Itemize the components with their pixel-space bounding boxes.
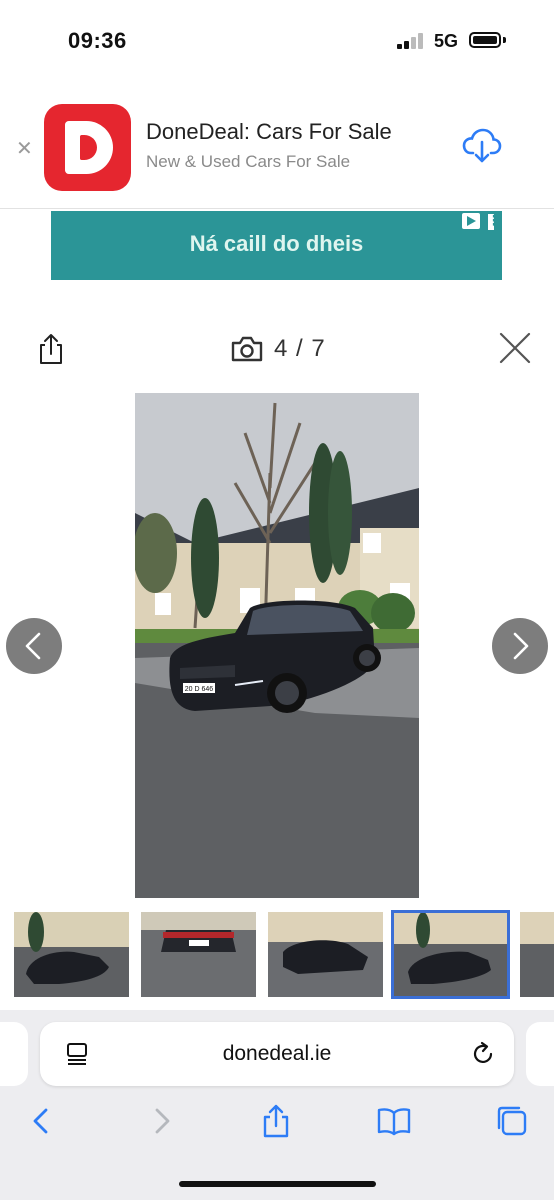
tabs-icon[interactable] (494, 1103, 530, 1139)
back-icon[interactable] (24, 1103, 60, 1139)
ad-more-icon[interactable] (487, 212, 501, 230)
photo-counter: 4 / 7 (230, 334, 326, 364)
next-tab-card[interactable] (526, 1022, 554, 1086)
chevron-left-icon (25, 632, 41, 660)
ad-banner[interactable]: Ná caill do dheis (51, 211, 502, 280)
address-bar[interactable]: donedeal.ie (40, 1022, 514, 1086)
network-type: 5G (434, 31, 459, 51)
reload-icon[interactable] (470, 1041, 496, 1067)
battery-cap (503, 37, 506, 43)
share-toolbar-icon[interactable] (258, 1103, 294, 1139)
photo-counter-text: 4 / 7 (274, 335, 326, 362)
status-time: 09:36 (68, 28, 127, 53)
thumbnail-4[interactable] (391, 910, 510, 999)
next-photo-button[interactable] (492, 618, 548, 674)
download-icon[interactable] (462, 128, 502, 164)
app-title: DoneDeal: Cars For Sale (146, 119, 392, 144)
license-plate: 20 D 646 (185, 686, 214, 693)
close-icon[interactable]: ✕ (16, 136, 33, 161)
thumbnail-3[interactable] (268, 912, 383, 997)
thumbnail-5[interactable] (520, 912, 554, 997)
forward-icon (155, 1108, 170, 1134)
ad-text: Ná caill do dheis (189, 231, 364, 256)
home-indicator (179, 1181, 376, 1187)
bookmarks-icon[interactable] (376, 1103, 412, 1139)
battery-icon (469, 32, 501, 48)
camera-icon (231, 336, 263, 362)
close-x-icon[interactable] (498, 331, 532, 365)
prev-photo-button[interactable] (6, 618, 62, 674)
ad-choices-icon[interactable] (462, 213, 480, 229)
thumbnail-2[interactable] (141, 912, 256, 997)
url-text: donedeal.ie (222, 1042, 332, 1065)
app-icon[interactable] (44, 104, 131, 191)
signal-icon (397, 33, 425, 49)
share-icon[interactable] (36, 333, 66, 365)
thumbnail-1[interactable] (14, 912, 129, 997)
app-subtitle: New & Used Cars For Sale (146, 152, 351, 171)
previous-tab-card[interactable] (0, 1022, 28, 1086)
car-photo-illustration: 20 D 646 (135, 393, 419, 898)
banner-divider (0, 208, 554, 209)
main-photo[interactable]: 20 D 646 (135, 393, 419, 898)
chevron-right-icon (513, 632, 529, 660)
